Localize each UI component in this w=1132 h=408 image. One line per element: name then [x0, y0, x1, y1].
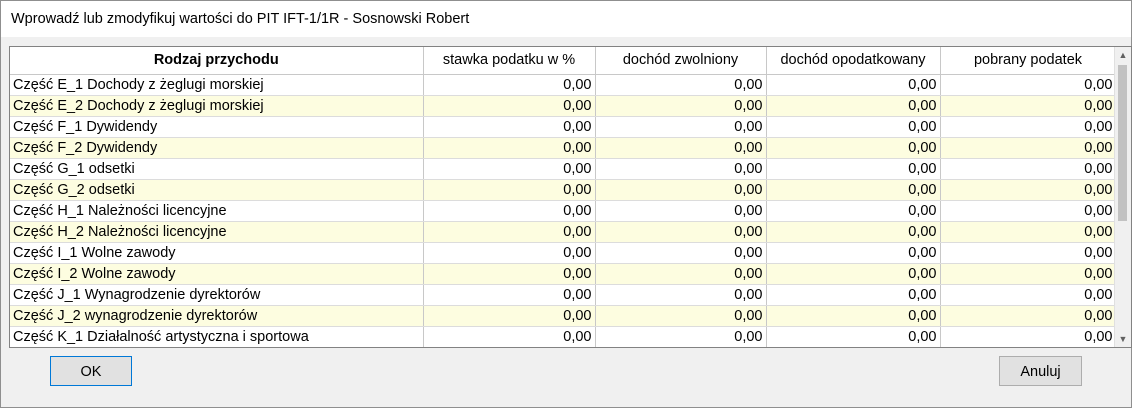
ok-button[interactable]: OK	[50, 356, 132, 386]
taxable-income-cell[interactable]: 0,00	[766, 137, 941, 159]
dialog-window: Wprowadź lub zmodyfikuj wartości do PIT …	[0, 0, 1132, 408]
exempt-income-cell[interactable]: 0,00	[595, 284, 767, 306]
tax-rate-cell[interactable]: 0,00	[423, 95, 596, 117]
exempt-income-cell[interactable]: 0,00	[595, 242, 767, 264]
exempt-income-cell[interactable]: 0,00	[595, 95, 767, 117]
column-header-exempt-income[interactable]: dochód zwolniony	[595, 47, 767, 75]
tax-rate-cell[interactable]: 0,00	[423, 200, 596, 222]
taxable-income-cell[interactable]: 0,00	[766, 158, 941, 180]
income-type-cell[interactable]: Część H_2 Należności licencyjne	[10, 221, 424, 243]
cancel-button[interactable]: Anuluj	[999, 356, 1082, 386]
tax-rate-cell[interactable]: 0,00	[423, 284, 596, 306]
table-row[interactable]: Część G_1 odsetki 0,00 0,00 0,00 0,00	[10, 158, 1117, 180]
column-header-withheld-tax[interactable]: pobrany podatek	[940, 47, 1117, 75]
taxable-income-cell[interactable]: 0,00	[766, 263, 941, 285]
tax-rate-cell[interactable]: 0,00	[423, 158, 596, 180]
withheld-tax-cell[interactable]: 0,00	[940, 95, 1117, 117]
chevron-up-icon[interactable]: ▲	[1115, 47, 1131, 63]
withheld-tax-cell[interactable]: 0,00	[940, 242, 1117, 264]
withheld-tax-cell[interactable]: 0,00	[940, 326, 1117, 347]
taxable-income-cell[interactable]: 0,00	[766, 284, 941, 306]
table-row[interactable]: Część I_1 Wolne zawody 0,00 0,00 0,00 0,00	[10, 242, 1117, 264]
income-type-cell[interactable]: Część E_1 Dochody z żeglugi morskiej	[10, 74, 424, 96]
chevron-down-icon[interactable]: ▼	[1115, 331, 1131, 347]
taxable-income-cell[interactable]: 0,00	[766, 242, 941, 264]
column-header-taxable-income[interactable]: dochód opodatkowany	[766, 47, 941, 75]
table-row[interactable]: Część E_1 Dochody z żeglugi morskiej 0,00…	[10, 74, 1117, 96]
vertical-scrollbar[interactable]: ▲ ▼	[1114, 47, 1131, 347]
tax-rate-cell[interactable]: 0,00	[423, 305, 596, 327]
taxable-income-cell[interactable]: 0,00	[766, 200, 941, 222]
tax-rate-cell[interactable]: 0,00	[423, 326, 596, 347]
income-type-cell[interactable]: Część G_2 odsetki	[10, 179, 424, 201]
taxable-income-cell[interactable]: 0,00	[766, 95, 941, 117]
withheld-tax-cell[interactable]: 0,00	[940, 137, 1117, 159]
tax-rate-cell[interactable]: 0,00	[423, 116, 596, 138]
exempt-income-cell[interactable]: 0,00	[595, 116, 767, 138]
income-type-cell[interactable]: Część I_2 Wolne zawody	[10, 263, 424, 285]
table-row[interactable]: Część G_2 odsetki 0,00 0,00 0,00 0,00	[10, 179, 1117, 201]
table-row[interactable]: Część H_1 Należności licencyjne 0,00 0,00 0…	[10, 200, 1117, 222]
title-bar: Wprowadź lub zmodyfikuj wartości do PIT …	[1, 1, 1131, 37]
taxable-income-cell[interactable]: 0,00	[766, 179, 941, 201]
income-type-cell[interactable]: Część J_2 wynagrodzenie dyrektorów	[10, 305, 424, 327]
withheld-tax-cell[interactable]: 0,00	[940, 305, 1117, 327]
withheld-tax-cell[interactable]: 0,00	[940, 221, 1117, 243]
income-grid[interactable]: Rodzaj przychodu stawka podatku w % doch…	[9, 46, 1132, 348]
exempt-income-cell[interactable]: 0,00	[595, 179, 767, 201]
withheld-tax-cell[interactable]: 0,00	[940, 179, 1117, 201]
income-table: Rodzaj przychodu stawka podatku w % doch…	[10, 47, 1117, 347]
exempt-income-cell[interactable]: 0,00	[595, 74, 767, 96]
income-type-cell[interactable]: Część F_2 Dywidendy	[10, 137, 424, 159]
taxable-income-cell[interactable]: 0,00	[766, 326, 941, 347]
withheld-tax-cell[interactable]: 0,00	[940, 74, 1117, 96]
column-header-tax-rate[interactable]: stawka podatku w %	[423, 47, 596, 75]
income-type-cell[interactable]: Część K_1 Działalność artystyczna i spor…	[10, 326, 424, 347]
withheld-tax-cell[interactable]: 0,00	[940, 158, 1117, 180]
table-row[interactable]: Część F_1 Dywidendy 0,00 0,00 0,00 0,00	[10, 116, 1117, 138]
withheld-tax-cell[interactable]: 0,00	[940, 200, 1117, 222]
tax-rate-cell[interactable]: 0,00	[423, 263, 596, 285]
income-type-cell[interactable]: Część J_1 Wynagrodzenie dyrektorów	[10, 284, 424, 306]
header-row: Rodzaj przychodu stawka podatku w % doch…	[10, 47, 1117, 75]
table-row[interactable]: Część K_1 Działalność artystyczna i spor…	[10, 326, 1117, 347]
income-type-cell[interactable]: Część E_2 Dochody z żeglugi morskiej	[10, 95, 424, 117]
table-row[interactable]: Część J_1 Wynagrodzenie dyrektorów 0,00 0,…	[10, 284, 1117, 306]
exempt-income-cell[interactable]: 0,00	[595, 158, 767, 180]
income-type-cell[interactable]: Część G_1 odsetki	[10, 158, 424, 180]
exempt-income-cell[interactable]: 0,00	[595, 200, 767, 222]
income-type-cell[interactable]: Część H_1 Należności licencyjne	[10, 200, 424, 222]
table-row[interactable]: Część E_2 Dochody z żeglugi morskiej 0,00…	[10, 95, 1117, 117]
withheld-tax-cell[interactable]: 0,00	[940, 263, 1117, 285]
table-row[interactable]: Część H_2 Należności licencyjne 0,00 0,00 0…	[10, 221, 1117, 243]
income-type-cell[interactable]: Część I_1 Wolne zawody	[10, 242, 424, 264]
exempt-income-cell[interactable]: 0,00	[595, 137, 767, 159]
exempt-income-cell[interactable]: 0,00	[595, 263, 767, 285]
taxable-income-cell[interactable]: 0,00	[766, 221, 941, 243]
exempt-income-cell[interactable]: 0,00	[595, 326, 767, 347]
tax-rate-cell[interactable]: 0,00	[423, 74, 596, 96]
scrollbar-thumb[interactable]	[1118, 65, 1127, 221]
tax-rate-cell[interactable]: 0,00	[423, 137, 596, 159]
withheld-tax-cell[interactable]: 0,00	[940, 284, 1117, 306]
taxable-income-cell[interactable]: 0,00	[766, 116, 941, 138]
income-type-cell[interactable]: Część F_1 Dywidendy	[10, 116, 424, 138]
exempt-income-cell[interactable]: 0,00	[595, 221, 767, 243]
tax-rate-cell[interactable]: 0,00	[423, 221, 596, 243]
withheld-tax-cell[interactable]: 0,00	[940, 116, 1117, 138]
tax-rate-cell[interactable]: 0,00	[423, 242, 596, 264]
taxable-income-cell[interactable]: 0,00	[766, 305, 941, 327]
grid-body: Część E_1 Dochody z żeglugi morskiej 0,00…	[10, 74, 1117, 347]
table-row[interactable]: Część I_2 Wolne zawody 0,00 0,00 0,00 0,00	[10, 263, 1117, 285]
tax-rate-cell[interactable]: 0,00	[423, 179, 596, 201]
table-row[interactable]: Część J_2 wynagrodzenie dyrektorów 0,00 0,…	[10, 305, 1117, 327]
taxable-income-cell[interactable]: 0,00	[766, 74, 941, 96]
table-row[interactable]: Część F_2 Dywidendy 0,00 0,00 0,00 0,00	[10, 137, 1117, 159]
dialog-title: Wprowadź lub zmodyfikuj wartości do PIT …	[11, 11, 470, 27]
exempt-income-cell[interactable]: 0,00	[595, 305, 767, 327]
column-header-income-type[interactable]: Rodzaj przychodu	[10, 47, 424, 75]
